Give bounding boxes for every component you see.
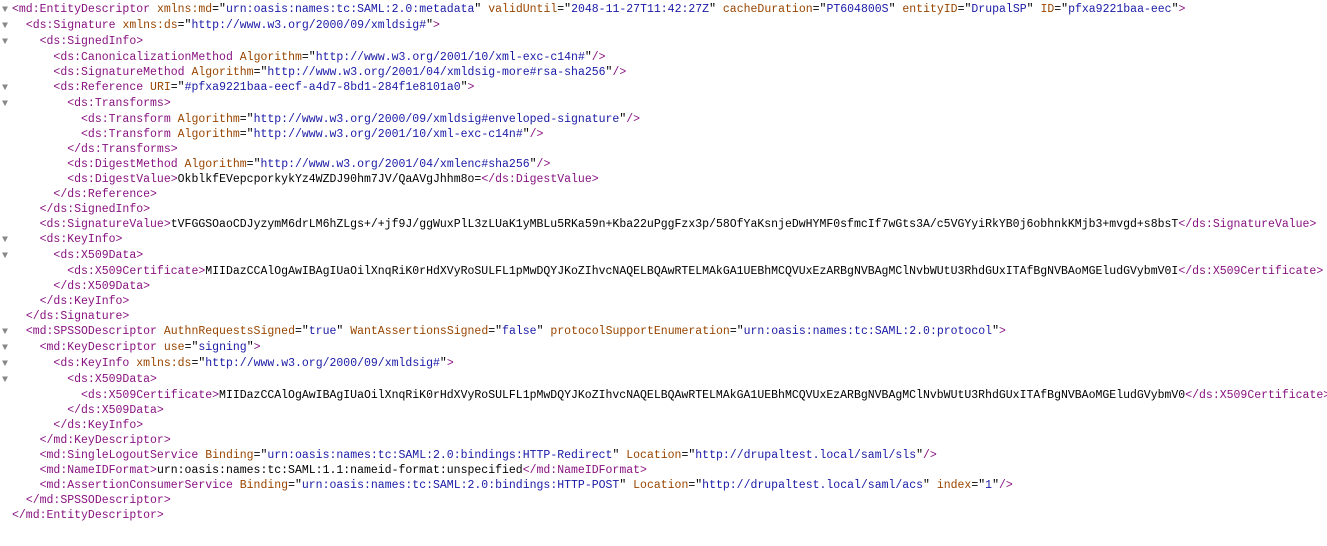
xml-line: ▼ <md:KeyDescriptor use="signing">: [2, 340, 1327, 356]
xml-line: ▼ <ds:KeyInfo>: [2, 232, 1327, 248]
xml-line: </ds:KeyInfo>: [2, 294, 1327, 309]
xml-line: ▼ <md:SPSSODescriptor AuthnRequestsSigne…: [2, 324, 1327, 340]
xml-line: </ds:Transforms>: [2, 142, 1327, 157]
xml-line: <ds:Transform Algorithm="http://www.w3.o…: [2, 112, 1327, 127]
collapse-toggle[interactable]: ▼: [2, 19, 12, 34]
xml-line: ▼ <ds:Signature xmlns:ds="http://www.w3.…: [2, 18, 1327, 34]
xml-line: <ds:CanonicalizationMethod Algorithm="ht…: [2, 50, 1327, 65]
xml-line: <ds:SignatureMethod Algorithm="http://ww…: [2, 65, 1327, 80]
collapse-toggle[interactable]: ▼: [2, 233, 12, 248]
collapse-toggle[interactable]: ▼: [2, 3, 12, 18]
collapse-toggle[interactable]: ▼: [2, 325, 12, 340]
xml-line: </md:SPSSODescriptor>: [2, 493, 1327, 508]
xml-line: <ds:X509Certificate>MIIDazCCAlOgAwIBAgIU…: [2, 264, 1327, 279]
xml-line: </ds:Signature>: [2, 309, 1327, 324]
xml-line: <ds:Transform Algorithm="http://www.w3.o…: [2, 127, 1327, 142]
xml-line: ▼ <ds:X509Data>: [2, 372, 1327, 388]
xml-line: ▼<md:EntityDescriptor xmlns:md="urn:oasi…: [2, 2, 1327, 18]
xml-line: <md:SingleLogoutService Binding="urn:oas…: [2, 448, 1327, 463]
xml-line: <ds:SignatureValue>tVFGGSOaoCDJyzymM6drL…: [2, 217, 1327, 232]
xml-line: <md:NameIDFormat>urn:oasis:names:tc:SAML…: [2, 463, 1327, 478]
collapse-toggle[interactable]: ▼: [2, 35, 12, 50]
xml-line: ▼ <ds:KeyInfo xmlns:ds="http://www.w3.or…: [2, 356, 1327, 372]
collapse-toggle[interactable]: ▼: [2, 249, 12, 264]
xml-line: ▼ <ds:Transforms>: [2, 96, 1327, 112]
xml-line: <ds:DigestMethod Algorithm="http://www.w…: [2, 157, 1327, 172]
xml-line: ▼ <ds:Reference URI="#pfxa9221baa-eecf-a…: [2, 80, 1327, 96]
xml-line: <ds:X509Certificate>MIIDazCCAlOgAwIBAgIU…: [2, 388, 1327, 403]
xml-line: ▼ <ds:SignedInfo>: [2, 34, 1327, 50]
xml-line: </md:KeyDescriptor>: [2, 433, 1327, 448]
xml-line: </ds:Reference>: [2, 187, 1327, 202]
xml-line: <ds:DigestValue>OkblkfEVepcporkykYz4WZDJ…: [2, 172, 1327, 187]
xml-line: </ds:X509Data>: [2, 403, 1327, 418]
collapse-toggle[interactable]: ▼: [2, 341, 12, 356]
collapse-toggle[interactable]: ▼: [2, 373, 12, 388]
xml-line: </ds:SignedInfo>: [2, 202, 1327, 217]
collapse-toggle[interactable]: ▼: [2, 97, 12, 112]
collapse-toggle[interactable]: ▼: [2, 81, 12, 96]
xml-line: ▼ <ds:X509Data>: [2, 248, 1327, 264]
xml-line: </ds:KeyInfo>: [2, 418, 1327, 433]
xml-line: </ds:X509Data>: [2, 279, 1327, 294]
xml-line: </md:EntityDescriptor>: [2, 508, 1327, 523]
collapse-toggle[interactable]: ▼: [2, 357, 12, 372]
xml-tree: ▼<md:EntityDescriptor xmlns:md="urn:oasi…: [2, 2, 1327, 523]
xml-line: <md:AssertionConsumerService Binding="ur…: [2, 478, 1327, 493]
